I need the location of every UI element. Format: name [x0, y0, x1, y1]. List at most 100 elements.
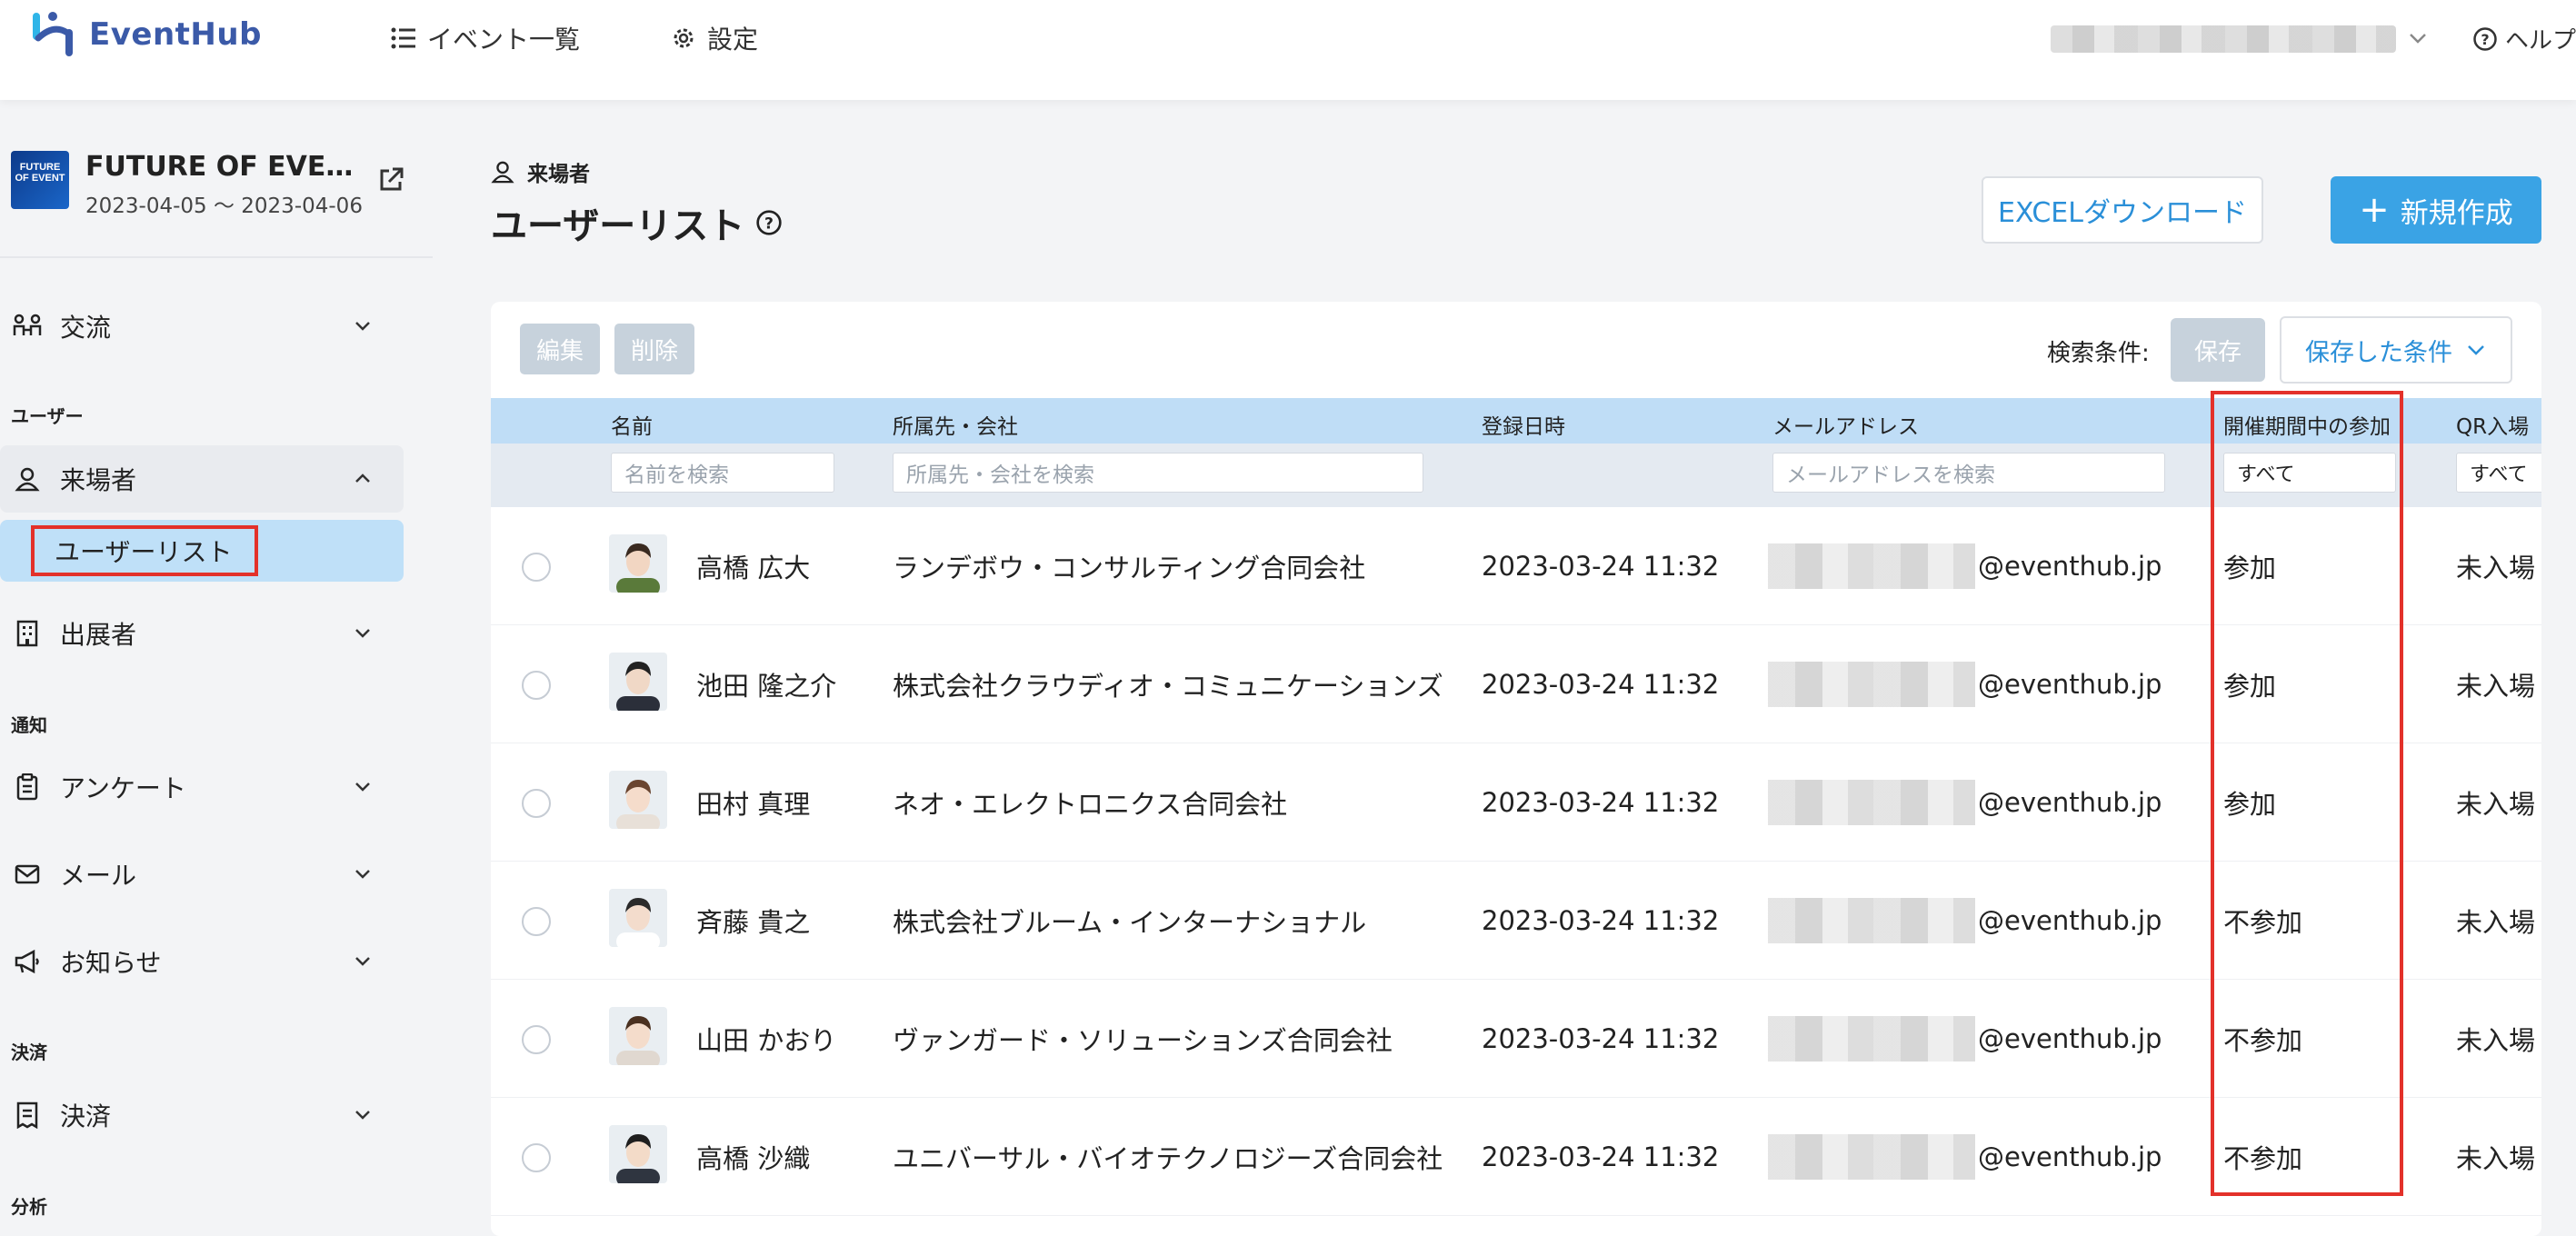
breadcrumb-label: 来場者	[527, 163, 590, 186]
row-registered: 2023-03-24 11:32	[1482, 787, 1720, 818]
avatar	[609, 1007, 667, 1065]
sidebar-item-label: メール	[60, 861, 137, 891]
edit-button[interactable]: 編集	[520, 324, 600, 374]
column-header-company[interactable]: 所属先・会社	[893, 409, 1018, 440]
row-email-domain: @eventhub.jp	[1978, 905, 2162, 936]
excel-download-button[interactable]: EXCELダウンロード	[1982, 176, 2263, 244]
event-title: FUTURE OF EVEN…	[85, 151, 358, 183]
row-select-radio[interactable]	[522, 1143, 551, 1172]
delete-button[interactable]: 削除	[614, 324, 694, 374]
breadcrumb: 来場者	[491, 156, 590, 187]
avatar	[609, 534, 667, 593]
row-name[interactable]: 高橋 沙織	[696, 1098, 810, 1216]
column-header-registered[interactable]: 登録日時	[1482, 409, 1565, 440]
page-title: ユーザーリスト ?	[491, 196, 783, 249]
account-name-blurred[interactable]	[2051, 25, 2396, 53]
nav-event-list[interactable]: イベント一覧	[391, 20, 580, 56]
email-local-blurred	[1768, 543, 1975, 589]
sidebar-item-exhibitors[interactable]: 出展者	[0, 600, 404, 667]
avatar	[609, 1125, 667, 1183]
row-qr-status: 未入場	[2456, 789, 2536, 820]
row-name[interactable]: 斉藤 貴之	[696, 862, 810, 980]
saved-conditions-label: 保存した条件	[2305, 338, 2452, 367]
sidebar-section-user: ユーザー	[11, 405, 84, 427]
email-local-blurred	[1768, 1016, 1975, 1062]
row-name[interactable]: 山田 かおり	[696, 980, 836, 1098]
sidebar-item-label: お知らせ	[60, 948, 162, 978]
row-company: ネオ・エレクトロニクス合同会社	[893, 789, 1288, 820]
name-search-input[interactable]: 名前を検索	[611, 453, 834, 493]
sidebar-subitem-user-list[interactable]: ユーザーリスト	[31, 525, 258, 576]
saved-conditions-dropdown[interactable]: 保存した条件	[2280, 316, 2512, 384]
row-select-radio[interactable]	[522, 907, 551, 936]
row-company: ヴァンガード・ソリューションズ合同会社	[893, 1025, 1393, 1056]
row-registered: 2023-03-24 11:32	[1482, 905, 1720, 936]
event-dates: 2023-04-05 〜 2023-04-06	[85, 194, 363, 218]
sidebar-item-visitors[interactable]: 来場者	[0, 445, 404, 513]
row-qr-status: 未入場	[2456, 553, 2536, 583]
row-name[interactable]: 池田 隆之介	[696, 625, 836, 743]
qr-filter-select[interactable]: すべて	[2456, 453, 2541, 493]
row-company: 株式会社ブルーム・インターナショナル	[893, 907, 1367, 938]
sidebar-item-koryu[interactable]: 交流	[0, 293, 404, 360]
row-company: ランデボウ・コンサルティング合同会社	[893, 553, 1366, 583]
building-icon	[13, 620, 42, 647]
row-registered: 2023-03-24 11:32	[1482, 551, 1720, 582]
app-name: EventHub	[89, 16, 262, 53]
nav-event-list-label: イベント一覧	[427, 25, 581, 55]
row-name[interactable]: 田村 真理	[696, 743, 810, 862]
sidebar-item-payment[interactable]: 決済	[0, 1082, 404, 1149]
chevron-down-icon	[355, 1111, 370, 1120]
row-select-radio[interactable]	[522, 553, 551, 582]
company-search-input[interactable]: 所属先・会社を検索	[893, 453, 1423, 493]
chevron-up-icon	[355, 473, 370, 483]
event-card: FUTURE OF EVENT FUTURE OF EVEN… 2023-04-…	[11, 151, 363, 219]
eventhub-logo-icon	[33, 12, 73, 56]
gear-icon	[674, 28, 694, 48]
row-email-domain: @eventhub.jp	[1978, 1023, 2162, 1054]
chevron-down-icon	[355, 957, 370, 966]
sidebar-item-mail[interactable]: メール	[0, 841, 404, 908]
row-email-domain: @eventhub.jp	[1978, 551, 2162, 582]
plus-icon: +	[2359, 189, 2390, 231]
email-local-blurred	[1768, 1134, 1975, 1180]
help-label: ヘルプ	[2505, 27, 2576, 55]
sidebar-item-label: 交流	[60, 313, 112, 343]
sidebar-item-label: 出展者	[60, 620, 137, 650]
create-new-button[interactable]: + 新規作成	[2331, 176, 2541, 244]
list-icon	[391, 27, 415, 49]
row-select-radio[interactable]	[522, 789, 551, 818]
column-header-email[interactable]: メールアドレス	[1772, 409, 1919, 440]
sidebar-item-survey[interactable]: アンケート	[0, 753, 404, 821]
external-link-icon[interactable]	[376, 165, 405, 194]
help-link[interactable]: ? ヘルプ	[2472, 22, 2576, 55]
exchange-icon	[13, 314, 42, 339]
event-thumbnail: FUTURE OF EVENT	[11, 151, 69, 209]
sidebar-item-news[interactable]: お知らせ	[0, 928, 404, 995]
save-conditions-button[interactable]: 保存	[2171, 318, 2265, 382]
nav-settings[interactable]: 設定	[671, 20, 758, 56]
row-qr-status: 未入場	[2456, 907, 2536, 938]
column-header-qr[interactable]: QR入場	[2456, 409, 2529, 440]
chevron-down-icon	[2468, 345, 2484, 355]
row-company: ユニバーサル・バイオテクノロジーズ合同会社	[893, 1143, 1443, 1174]
sidebar-section-analytics: 分析	[11, 1196, 47, 1218]
mail-icon	[13, 864, 42, 884]
email-search-input[interactable]: メールアドレスを検索	[1772, 453, 2165, 493]
row-qr-status: 未入場	[2456, 1025, 2536, 1056]
row-select-radio[interactable]	[522, 1025, 551, 1054]
receipt-icon	[13, 1101, 42, 1129]
row-email-domain: @eventhub.jp	[1978, 787, 2162, 818]
row-registered: 2023-03-24 11:32	[1482, 1141, 1720, 1172]
top-bar: EventHub イベント一覧 設定 ? ヘルプ	[0, 0, 2576, 100]
person-icon	[491, 161, 514, 184]
column-header-name[interactable]: 名前	[611, 409, 653, 440]
row-select-radio[interactable]	[522, 671, 551, 700]
app-logo[interactable]: EventHub	[31, 11, 262, 58]
row-qr-status: 未入場	[2456, 671, 2536, 702]
sidebar-item-label: アンケート	[60, 773, 186, 803]
help-circle-icon[interactable]: ?	[755, 209, 783, 236]
clipboard-icon	[13, 773, 42, 801]
chevron-down-icon[interactable]	[2407, 27, 2429, 49]
row-name[interactable]: 高橋 広大	[696, 507, 810, 625]
